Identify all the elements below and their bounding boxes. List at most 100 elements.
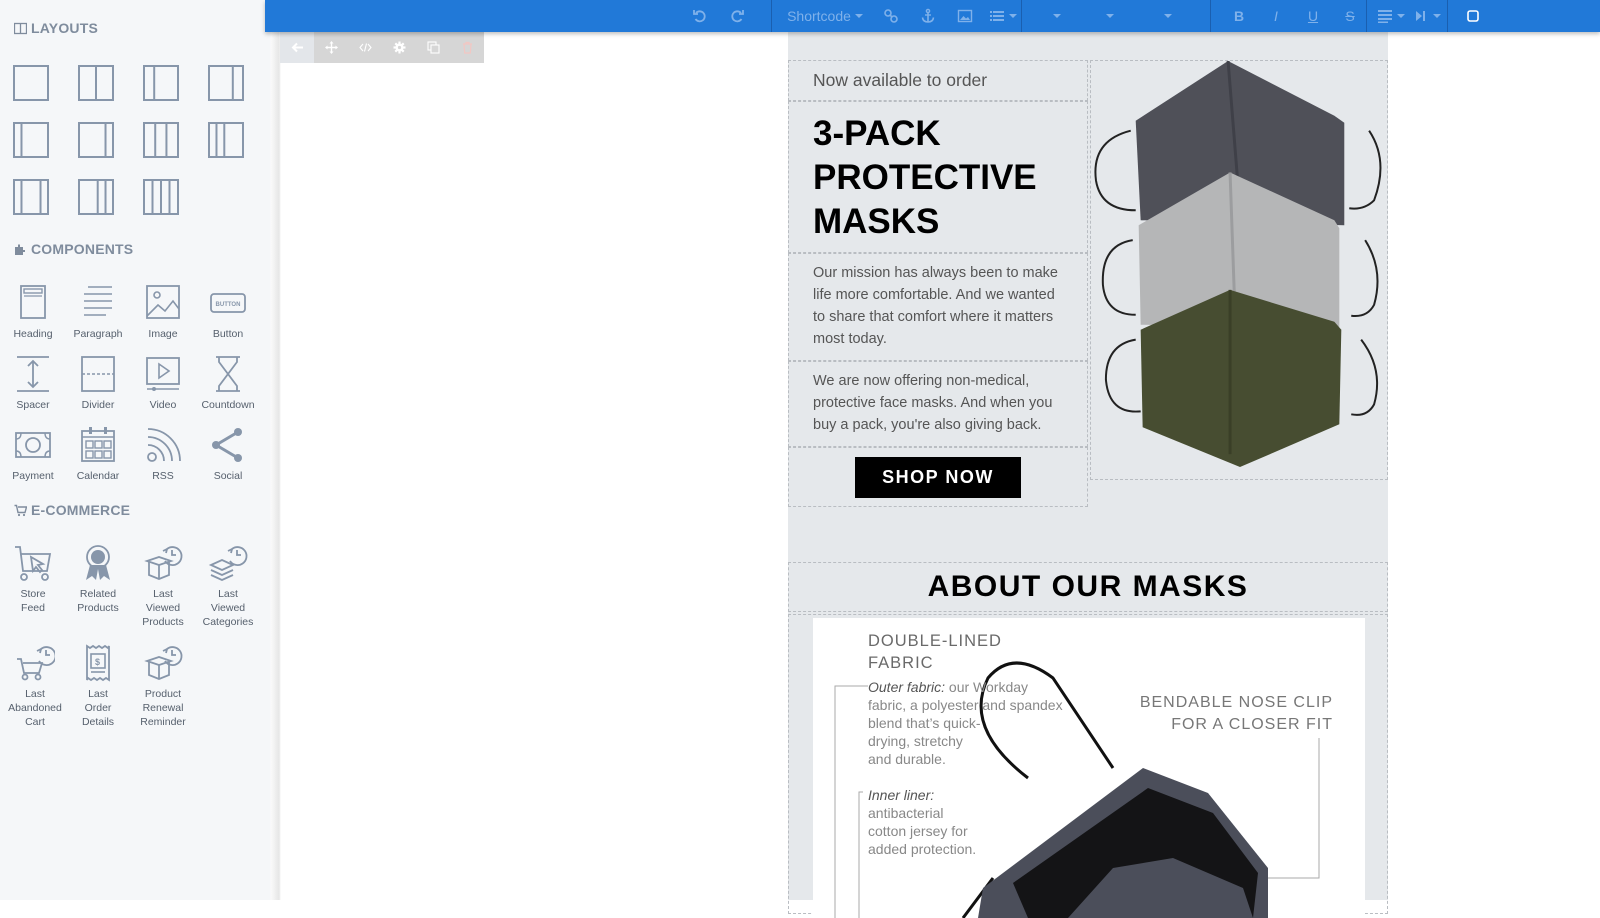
video-icon — [146, 357, 180, 391]
component-label: Product Renewal Reminder — [140, 688, 186, 728]
chevron-down-icon — [1053, 14, 1061, 18]
headline-line: MASKS — [813, 202, 940, 241]
move-button[interactable] — [314, 32, 348, 63]
insert-image-button[interactable] — [952, 0, 978, 32]
paragraph-block[interactable]: Our mission has always been to make life… — [788, 253, 1088, 361]
layout-3-columns-wide-left[interactable] — [77, 178, 115, 216]
info-line: antibacterial — [868, 805, 944, 821]
outer-fabric-text: Outer fabric: our Workday fabric, a poly… — [868, 678, 1063, 768]
bold-button[interactable]: B — [1228, 0, 1250, 32]
component-paragraph[interactable]: Paragraph — [65, 283, 131, 341]
layout-icon — [78, 179, 114, 215]
component-countdown[interactable]: Countdown — [195, 354, 261, 412]
layout-2-columns-thin-right[interactable] — [77, 121, 115, 159]
link-button[interactable] — [878, 0, 904, 32]
component-divider[interactable]: Divider — [65, 354, 131, 412]
layouts-title-text: LAYOUTS — [31, 20, 99, 36]
fullscreen-button[interactable] — [1460, 0, 1486, 32]
component-rss[interactable]: RSS — [130, 425, 196, 483]
layout-icon — [143, 122, 179, 158]
component-label: Last Order Details — [81, 688, 115, 728]
duplicate-button[interactable] — [416, 32, 450, 63]
layout-1-column[interactable] — [12, 64, 50, 102]
cart-icon — [14, 504, 27, 516]
font-size-dropdown[interactable] — [1083, 0, 1133, 32]
ecommerce-product-renewal-reminder[interactable]: Product Renewal Reminder — [130, 643, 196, 729]
component-label: Paragraph — [73, 328, 123, 340]
hero-text-column: Now available to order 3-PACK PROTECTIVE… — [788, 60, 1088, 507]
undo-button[interactable] — [687, 0, 713, 32]
redo-button[interactable] — [724, 0, 750, 32]
component-spacer[interactable]: Spacer — [0, 354, 66, 412]
layout-2-columns-equal[interactable] — [77, 64, 115, 102]
anchor-button[interactable] — [915, 0, 941, 32]
shortcode-dropdown[interactable]: Shortcode — [780, 0, 870, 32]
delete-button[interactable] — [450, 32, 484, 63]
shop-now-button[interactable]: SHOP NOW — [855, 456, 1021, 498]
component-payment[interactable]: Payment — [0, 425, 66, 483]
pretitle-block[interactable]: Now available to order — [788, 60, 1088, 101]
direction-dropdown[interactable] — [1411, 0, 1443, 32]
ecommerce-last-viewed-products[interactable]: Last Viewed Products — [130, 543, 196, 629]
layout-3-columns-wide-right[interactable] — [207, 121, 245, 159]
calendar-icon — [81, 427, 115, 462]
layout-icon — [78, 65, 114, 101]
component-heading[interactable]: Heading — [0, 283, 66, 341]
chevron-down-icon — [1009, 14, 1017, 18]
component-label: Last Abandoned Cart — [8, 688, 62, 728]
cart-history-icon — [17, 646, 55, 681]
font-family-dropdown[interactable] — [1035, 0, 1075, 32]
banknote-icon — [15, 432, 51, 458]
cart-cursor-icon — [15, 546, 52, 581]
layout-3-columns-equal[interactable] — [142, 121, 180, 159]
bold-icon: B — [1233, 8, 1245, 24]
headline-line: 3-PACK — [813, 114, 941, 153]
back-button[interactable] — [280, 32, 314, 63]
italic-button[interactable]: I — [1265, 0, 1287, 32]
layout-4-columns[interactable] — [142, 178, 180, 216]
align-dropdown[interactable] — [1373, 0, 1409, 32]
component-label: Related Products — [77, 588, 119, 614]
inner-liner-label: Inner liner: — [868, 787, 935, 803]
ecommerce-store-feed[interactable]: Store Feed — [0, 543, 66, 615]
spacer-icon — [17, 356, 49, 392]
code-button[interactable] — [348, 32, 382, 63]
info-line: drying, stretchy — [868, 733, 963, 749]
text-direction-icon — [1416, 11, 1425, 21]
component-label: Store Feed — [20, 588, 46, 614]
headline-block[interactable]: 3-PACK PROTECTIVE MASKS — [788, 101, 1088, 253]
double-lined-title: DOUBLE-LINED FABRIC — [868, 630, 1002, 674]
line-height-dropdown[interactable] — [1141, 0, 1191, 32]
ecommerce-last-viewed-categories[interactable]: Last Viewed Categories — [195, 543, 261, 629]
layout-2-columns-narrow-right[interactable] — [207, 64, 245, 102]
list-dropdown[interactable] — [985, 0, 1021, 32]
layout-2-columns-thin-left[interactable] — [12, 121, 50, 159]
divider-icon — [81, 356, 115, 392]
hero-image-block[interactable] — [1090, 60, 1388, 480]
component-social[interactable]: Social — [195, 425, 261, 483]
component-image[interactable]: Image — [130, 283, 196, 341]
ecommerce-last-order-details[interactable]: $ Last Order Details — [65, 643, 131, 729]
button-block: SHOP NOW — [788, 447, 1088, 507]
info-line: FOR A CLOSER FIT — [1171, 716, 1333, 733]
component-calendar[interactable]: Calendar — [65, 425, 131, 483]
info-line: and durable. — [868, 751, 946, 767]
ecommerce-last-abandoned-cart[interactable]: Last Abandoned Cart — [0, 643, 70, 729]
info-image-block[interactable]: DOUBLE-LINED FABRIC Outer fabric: our Wo… — [788, 614, 1388, 918]
settings-button[interactable] — [382, 32, 416, 63]
layout-3-columns-wide-center[interactable] — [12, 178, 50, 216]
paragraph-block[interactable]: We are now offering non-medical, protect… — [788, 361, 1088, 447]
layers-history-icon — [208, 546, 248, 581]
strikethrough-button[interactable]: S — [1339, 0, 1361, 32]
component-video[interactable]: Video — [130, 354, 196, 412]
undo-icon — [693, 10, 706, 23]
info-title-line: FABRIC — [868, 654, 934, 672]
svg-text:$: $ — [95, 657, 100, 667]
list-icon — [990, 11, 1004, 21]
component-button[interactable]: BUTTON Button — [195, 283, 261, 341]
underline-button[interactable]: U — [1302, 0, 1324, 32]
ecommerce-related-products[interactable]: Related Products — [65, 543, 131, 615]
about-heading-block[interactable]: ABOUT OUR MASKS — [788, 562, 1388, 612]
ecommerce-section-title: E-COMMERCE — [14, 502, 130, 518]
layout-2-columns-narrow-left[interactable] — [142, 64, 180, 102]
